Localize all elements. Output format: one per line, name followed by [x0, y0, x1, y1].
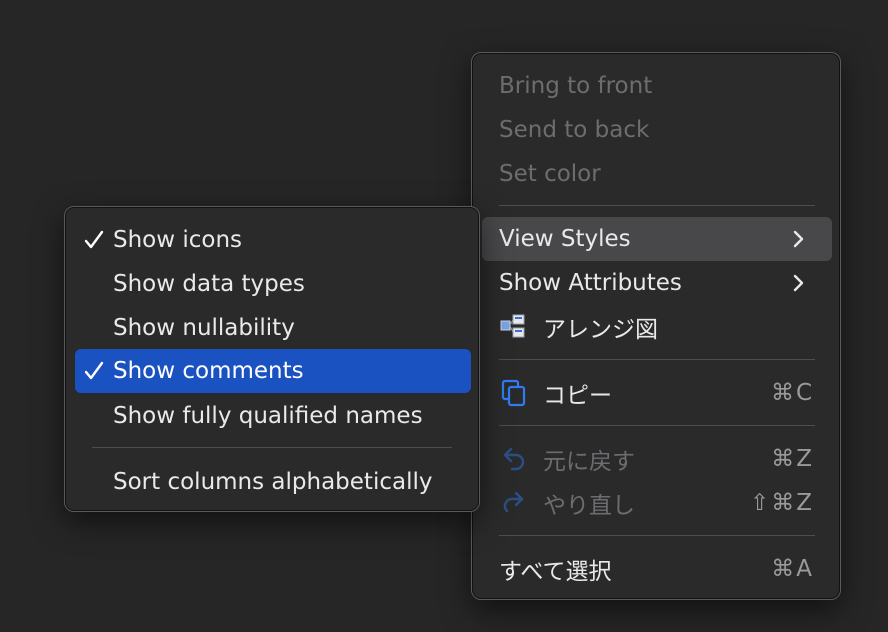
menu-item-label: すべて選択	[499, 559, 612, 585]
submenu-item-sort-columns[interactable]: Sort columns alphabetically	[75, 460, 471, 504]
submenu-item-show-nullability[interactable]: Show nullability	[75, 306, 471, 350]
submenu-item-show-comments[interactable]: Show comments	[75, 349, 471, 393]
menu-item-label: View Styles	[499, 226, 631, 252]
menu-item-label: Send to back	[499, 117, 650, 143]
submenu-item-show-icons[interactable]: Show icons	[75, 218, 471, 262]
menu-item-show-attributes[interactable]: Show Attributes	[482, 261, 832, 305]
checkmark-icon	[84, 361, 104, 380]
submenu-item-label: Show comments	[113, 358, 304, 384]
menu-item-select-all[interactable]: すべて選択 ⌘A	[482, 547, 832, 591]
redo-icon	[499, 488, 529, 518]
menu-separator	[499, 205, 815, 206]
menu-item-copy[interactable]: コピー ⌘C	[482, 371, 832, 415]
shortcut-label: ⌘A	[771, 556, 814, 582]
chevron-right-icon	[793, 274, 804, 292]
submenu-item-label: Show icons	[113, 227, 243, 253]
menu-item-label: Set color	[499, 161, 601, 187]
checkmark-icon	[84, 230, 104, 249]
copy-icon	[499, 378, 529, 408]
menu-item-label: アレンジ図	[543, 317, 658, 343]
menu-item-bring-to-front[interactable]: Bring to front	[482, 64, 832, 108]
menu-item-redo[interactable]: やり直し ⇧⌘Z	[482, 481, 832, 525]
view-styles-submenu: Show icons Show data types Show nullabil…	[64, 206, 480, 512]
submenu-item-label: Show nullability	[113, 315, 295, 341]
menu-item-arrange-diagram[interactable]: アレンジ図	[482, 305, 832, 349]
submenu-item-label: Sort columns alphabetically	[113, 469, 433, 495]
menu-separator	[499, 535, 815, 536]
shortcut-label: ⇧⌘Z	[749, 490, 814, 516]
shortcut-label: ⌘C	[770, 380, 814, 406]
undo-icon	[499, 444, 529, 474]
menu-item-label: やり直し	[543, 493, 635, 519]
menu-separator	[92, 447, 452, 448]
menu-separator	[499, 425, 815, 426]
context-menu: Bring to front Send to back Set color Vi…	[471, 52, 841, 600]
menu-item-view-styles[interactable]: View Styles	[482, 217, 832, 261]
submenu-item-show-data-types[interactable]: Show data types	[75, 262, 471, 306]
menu-separator	[499, 359, 815, 360]
menu-item-set-color[interactable]: Set color	[482, 152, 832, 196]
submenu-item-label: Show data types	[113, 271, 305, 297]
arrange-diagram-icon	[499, 312, 529, 342]
shortcut-label: ⌘Z	[771, 446, 814, 472]
menu-item-label: 元に戻す	[543, 449, 635, 475]
submenu-item-label: Show fully qualified names	[113, 403, 423, 429]
menu-item-send-to-back[interactable]: Send to back	[482, 108, 832, 152]
menu-item-label: Show Attributes	[499, 270, 682, 296]
chevron-right-icon	[793, 230, 804, 248]
menu-item-undo[interactable]: 元に戻す ⌘Z	[482, 437, 832, 481]
submenu-item-show-fully-qualified-names[interactable]: Show fully qualified names	[75, 394, 471, 438]
menu-item-label: Bring to front	[499, 73, 653, 99]
menu-item-label: コピー	[543, 383, 612, 409]
